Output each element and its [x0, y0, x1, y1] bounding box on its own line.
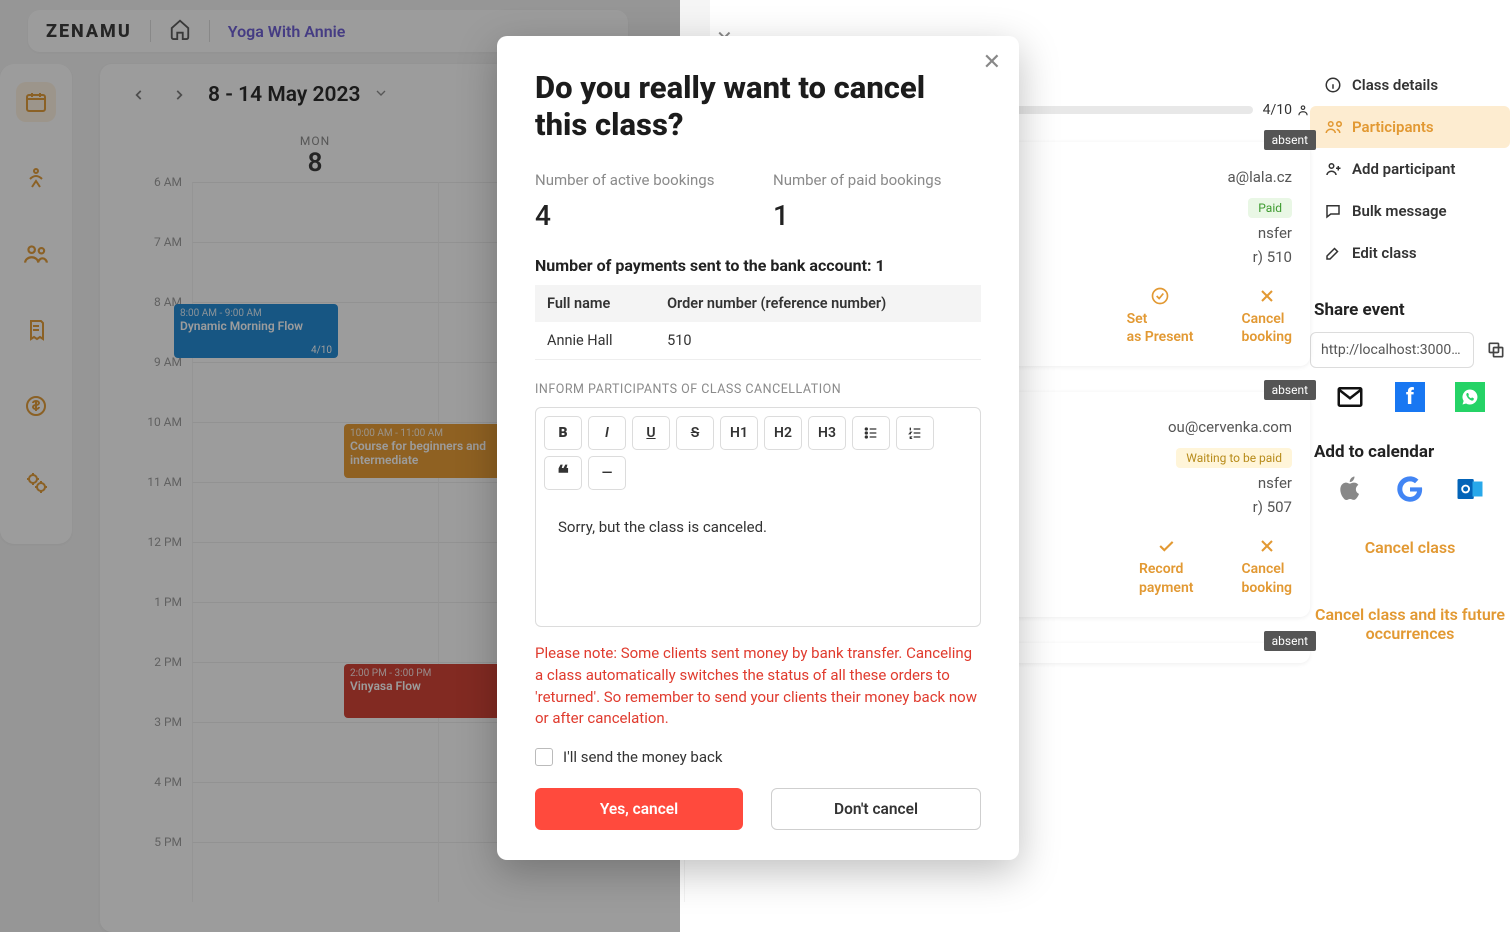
share-url-input[interactable]: http://localhost:3000/e	[1310, 332, 1474, 368]
active-bookings-value: 4	[535, 199, 743, 232]
google-calendar-icon[interactable]	[1395, 474, 1425, 508]
refund-checkbox[interactable]	[535, 748, 553, 766]
chat-icon	[1324, 202, 1342, 220]
inform-label: INFORM PARTICIPANTS OF CLASS CANCELLATIO…	[535, 382, 981, 397]
cancel-class-future-link[interactable]: Cancel class and its future occurrences	[1310, 605, 1510, 643]
table-row: Annie Hall 510	[535, 322, 981, 360]
ul-button[interactable]	[852, 416, 890, 450]
outlook-calendar-icon[interactable]	[1455, 474, 1485, 508]
hr-button[interactable]: —	[588, 456, 626, 490]
cancel-class-modal: ✕ Do you really want to cancel this clas…	[497, 36, 1019, 860]
absent-badge: absent	[1264, 130, 1316, 150]
absent-badge: absent	[1264, 380, 1316, 400]
right-nav: Class details Participants Add participa…	[1310, 10, 1510, 922]
table-header: Full name	[535, 285, 655, 322]
h1-button[interactable]: H1	[720, 416, 758, 450]
active-bookings-label: Number of active bookings	[535, 171, 743, 189]
bold-button[interactable]: B	[544, 416, 582, 450]
action-set-present[interactable]: Setas Present	[1127, 286, 1194, 346]
quote-button[interactable]: ❝	[544, 456, 582, 490]
editor-textarea[interactable]: Sorry, but the class is canceled.	[536, 498, 980, 626]
status-badge: Paid	[1248, 198, 1292, 218]
share-heading: Share event	[1314, 300, 1510, 320]
warning-text: Please note: Some clients sent money by …	[535, 643, 981, 730]
payments-table: Full name Order number (reference number…	[535, 285, 981, 360]
h3-button[interactable]: H3	[808, 416, 846, 450]
nav-bulk-message[interactable]: Bulk message	[1310, 190, 1510, 232]
action-cancel-booking[interactable]: Cancelbooking	[1241, 536, 1292, 596]
person-icon	[1296, 103, 1310, 117]
status-badge: Waiting to be paid	[1176, 448, 1292, 468]
action-record-payment[interactable]: Recordpayment	[1139, 536, 1193, 596]
capacity-label: 4/10	[1263, 102, 1310, 118]
h2-button[interactable]: H2	[764, 416, 802, 450]
paid-bookings-value: 1	[773, 199, 981, 232]
add-person-icon	[1324, 160, 1342, 178]
table-header: Order number (reference number)	[655, 285, 981, 322]
absent-badge: absent	[1264, 631, 1316, 651]
edit-icon	[1324, 244, 1342, 262]
facebook-share-icon[interactable]: f	[1395, 382, 1425, 412]
paid-bookings-label: Number of paid bookings	[773, 171, 981, 189]
action-cancel-booking[interactable]: Cancelbooking	[1241, 286, 1292, 346]
nav-edit-class[interactable]: Edit class	[1310, 232, 1510, 274]
close-icon[interactable]: ✕	[983, 50, 1001, 75]
refund-label: I'll send the money back	[563, 748, 722, 766]
apple-calendar-icon[interactable]	[1335, 474, 1365, 508]
payments-heading: Number of payments sent to the bank acco…	[535, 256, 981, 275]
nav-participants[interactable]: Participants	[1310, 106, 1510, 148]
strike-button[interactable]: S	[676, 416, 714, 450]
people-icon	[1324, 118, 1342, 136]
ol-button[interactable]	[896, 416, 934, 450]
nav-class-details[interactable]: Class details	[1310, 64, 1510, 106]
yes-cancel-button[interactable]: Yes, cancel	[535, 788, 743, 830]
dont-cancel-button[interactable]: Don't cancel	[771, 788, 981, 830]
italic-button[interactable]: I	[588, 416, 626, 450]
message-editor: B I U S H1 H2 H3 ❝ — Sorry, but the clas…	[535, 407, 981, 627]
cancel-class-link[interactable]: Cancel class	[1310, 538, 1510, 557]
info-icon	[1324, 76, 1342, 94]
modal-title: Do you really want to cancel this class?	[535, 70, 981, 143]
copy-icon[interactable]	[1482, 336, 1510, 364]
email-share-icon[interactable]	[1335, 382, 1365, 416]
whatsapp-share-icon[interactable]	[1455, 382, 1485, 412]
underline-button[interactable]: U	[632, 416, 670, 450]
nav-add-participant[interactable]: Add participant	[1310, 148, 1510, 190]
editor-toolbar: B I U S H1 H2 H3 ❝ —	[536, 408, 980, 498]
add-calendar-heading: Add to calendar	[1314, 442, 1510, 462]
